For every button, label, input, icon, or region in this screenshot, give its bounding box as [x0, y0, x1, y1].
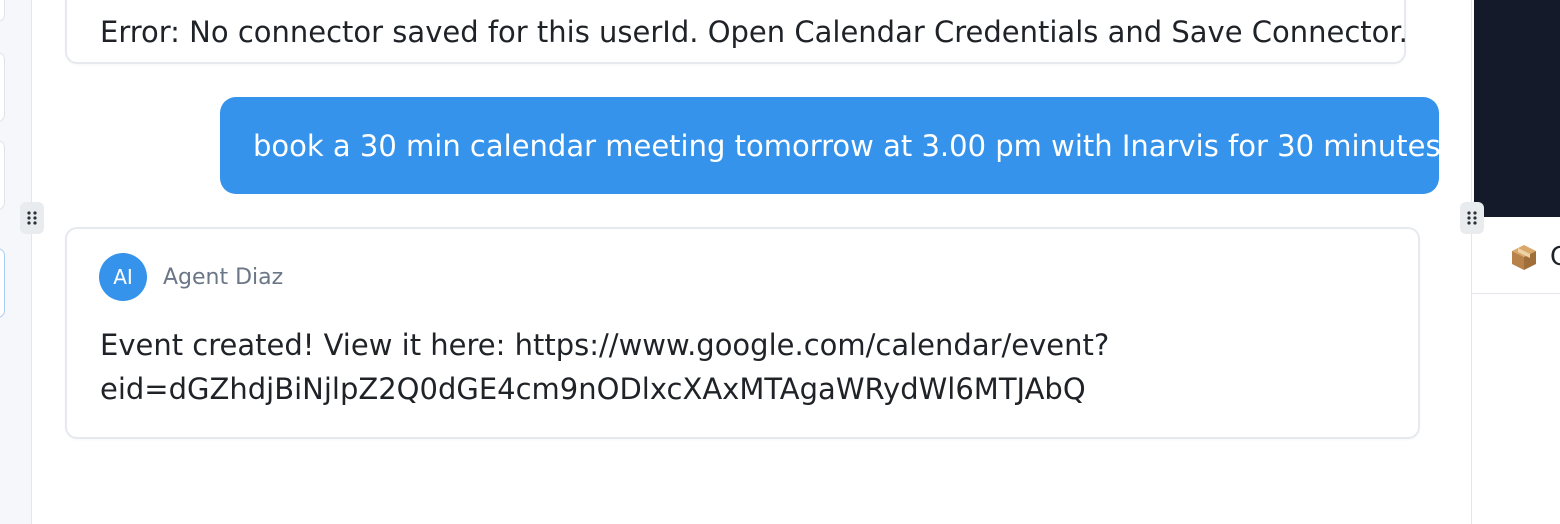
left-sidebar-tab[interactable]: [0, 0, 5, 22]
left-sidebar-tab[interactable]: [0, 52, 5, 122]
left-sidebar-tab-active[interactable]: [0, 248, 5, 318]
agent-message-card: AI Agent Diaz Event created! View it her…: [65, 227, 1420, 439]
error-message-card: Error: No connector saved for this userI…: [65, 0, 1408, 64]
resize-handle-left[interactable]: [20, 202, 44, 234]
error-message-text: Error: No connector saved for this userI…: [100, 15, 1408, 49]
chat-panel: Error: No connector saved for this userI…: [33, 0, 1471, 524]
user-message-text: book a 30 min calendar meeting tomorrow …: [253, 129, 1441, 163]
agent-message-line: Event created! View it here: https://www…: [100, 328, 1110, 362]
app-window: Error: No connector saved for this userI…: [0, 0, 1560, 524]
drag-grip-icon: [27, 211, 37, 225]
resize-handle-right[interactable]: [1460, 202, 1484, 234]
left-sidebar-tab[interactable]: [0, 140, 5, 210]
agent-message-text: Event created! View it here: https://www…: [100, 323, 1110, 411]
agent-avatar: AI: [99, 253, 147, 301]
left-sidebar: [0, 0, 32, 524]
agent-name: Agent Diaz: [163, 265, 284, 290]
package-icon: [1512, 245, 1536, 270]
right-sidebar-item[interactable]: C: [1472, 222, 1560, 294]
preview-pane: [1474, 0, 1560, 217]
agent-message-line: eid=dGZhdjBiNjlpZ2Q0dGE4cm9nODlxcXAxMTAg…: [100, 372, 1086, 406]
user-message-bubble: book a 30 min calendar meeting tomorrow …: [220, 97, 1441, 194]
drag-grip-icon: [1467, 211, 1477, 225]
right-sidebar: C: [1471, 0, 1560, 524]
right-sidebar-item-label: C: [1550, 242, 1560, 272]
